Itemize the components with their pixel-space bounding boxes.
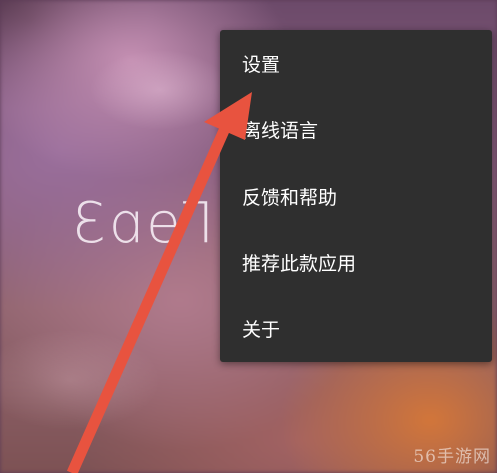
- app-logo: Γɘɒ3: [69, 191, 214, 256]
- watermark-text: 56手游网: [413, 447, 491, 467]
- menu-item-offline-language[interactable]: 离线语言: [220, 96, 492, 162]
- app-screen: Γɘɒ3 设置 离线语言 反馈和帮助 推荐此款应用 关于 56手游网: [0, 0, 497, 473]
- menu-item-label: 离线语言: [242, 119, 319, 142]
- overflow-menu: 设置 离线语言 反馈和帮助 推荐此款应用 关于: [220, 30, 492, 362]
- menu-item-about[interactable]: 关于: [220, 295, 492, 361]
- menu-item-feedback-help[interactable]: 反馈和帮助: [220, 163, 492, 229]
- menu-item-label: 关于: [242, 318, 281, 341]
- menu-item-recommend-app[interactable]: 推荐此款应用: [220, 229, 492, 295]
- menu-item-label: 设置: [242, 53, 281, 76]
- menu-item-label: 反馈和帮助: [242, 186, 338, 209]
- menu-item-settings[interactable]: 设置: [220, 30, 492, 96]
- menu-item-label: 推荐此款应用: [242, 252, 357, 275]
